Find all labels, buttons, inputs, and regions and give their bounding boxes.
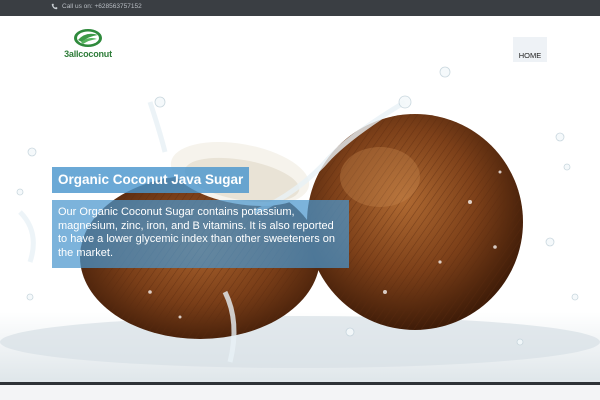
- site-logo[interactable]: 3allcoconut: [63, 28, 113, 62]
- call-text: Call us on: +628563757152: [62, 3, 142, 10]
- hero-title: Organic Coconut Java Sugar: [52, 167, 250, 193]
- hero-banner: Organic Coconut Java Sugar Our Organic C…: [0, 62, 600, 382]
- phone-icon: [51, 3, 58, 10]
- logo-text: 3allcoconut: [64, 49, 112, 59]
- coconut-leaf-logo-icon: [74, 29, 102, 47]
- content-area-top: [0, 385, 600, 400]
- site-header: 3allcoconut HOME: [0, 16, 600, 75]
- top-bar: Call us on: +628563757152: [0, 0, 600, 16]
- call-info: Call us on: +628563757152: [51, 3, 142, 10]
- hero-description: Our Organic Coconut Sugar contains potas…: [52, 200, 349, 268]
